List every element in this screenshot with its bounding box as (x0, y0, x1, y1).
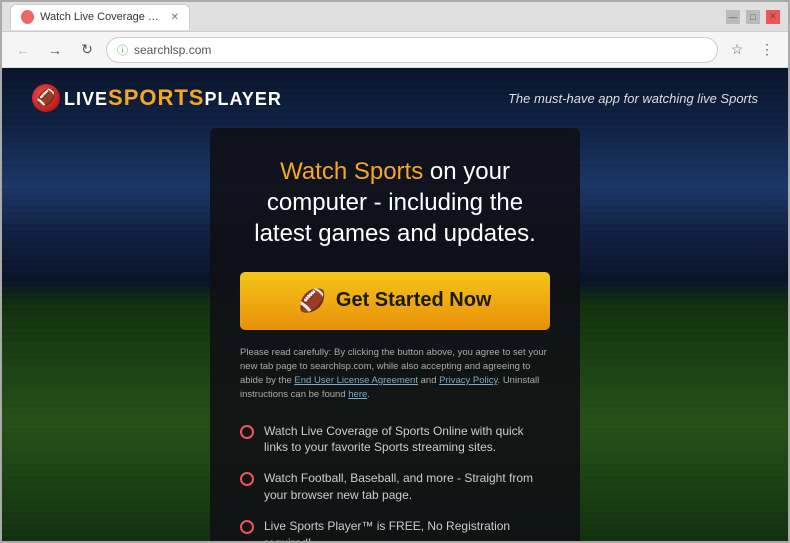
address-bar[interactable]: ⓘ searchlsp.com (106, 37, 718, 63)
logo-ball-icon: 🏈 (32, 84, 60, 112)
get-started-button[interactable]: 🏈 Get Started Now (240, 272, 550, 330)
disclaimer-text: Please read carefully: By clicking the b… (240, 346, 550, 403)
feature-text-1: Watch Live Coverage of Sports Online wit… (264, 423, 550, 457)
browser-tab[interactable]: Watch Live Coverage of ... ✕ (10, 4, 190, 30)
browser-toolbar: ← → ↻ ⓘ searchlsp.com ☆ ⋮ (2, 32, 788, 68)
toolbar-right: ☆ ⋮ (724, 37, 780, 63)
header-tagline: The must-have app for watching live Spor… (508, 91, 758, 106)
feature-text-2: Watch Football, Baseball, and more - Str… (264, 470, 550, 504)
browser-frame: Watch Live Coverage of ... ✕ — □ ✕ ← → ↻… (0, 0, 790, 543)
features-list: Watch Live Coverage of Sports Online wit… (240, 423, 550, 541)
minimize-button[interactable]: — (726, 10, 740, 24)
titlebar-left: Watch Live Coverage of ... ✕ (10, 4, 190, 30)
here-link[interactable]: here (348, 389, 367, 400)
main-card: Watch Sports on your computer - includin… (210, 128, 580, 541)
feature-dot-1 (240, 425, 254, 439)
tab-close-button[interactable]: ✕ (171, 12, 179, 23)
back-button[interactable]: ← (10, 37, 36, 63)
logo-text: LIVESPORTSPLAYER (64, 85, 282, 111)
refresh-button[interactable]: ↻ (74, 37, 100, 63)
address-text: searchlsp.com (134, 43, 211, 57)
site-header: 🏈 LIVESPORTSPLAYER The must-have app for… (2, 68, 788, 128)
logo-player: PLAYER (204, 89, 281, 109)
menu-button[interactable]: ⋮ (754, 37, 780, 63)
cta-label: Get Started Now (336, 289, 492, 312)
feature-item-2: Watch Football, Baseball, and more - Str… (240, 470, 550, 504)
feature-text-3: Live Sports Player™ is FREE, No Registra… (264, 518, 550, 541)
close-button[interactable]: ✕ (766, 10, 780, 24)
titlebar-controls: — □ ✕ (726, 10, 780, 24)
privacy-link[interactable]: Privacy Policy (439, 375, 497, 386)
football-icon: 🏈 (299, 288, 326, 314)
card-heading: Watch Sports on your computer - includin… (240, 156, 550, 250)
feature-dot-3 (240, 520, 254, 534)
heading-highlight: Watch Sports (280, 158, 423, 185)
feature-item-1: Watch Live Coverage of Sports Online wit… (240, 423, 550, 457)
lock-icon: ⓘ (117, 42, 128, 58)
logo-live: LIVE (64, 89, 108, 109)
feature-dot-2 (240, 472, 254, 486)
forward-button[interactable]: → (42, 37, 68, 63)
feature-item-3: Live Sports Player™ is FREE, No Registra… (240, 518, 550, 541)
eula-link[interactable]: End User License Agreement (294, 375, 418, 386)
page-content: 🏈 LIVESPORTSPLAYER The must-have app for… (2, 68, 788, 541)
bookmark-button[interactable]: ☆ (724, 37, 750, 63)
browser-titlebar: Watch Live Coverage of ... ✕ — □ ✕ (2, 2, 788, 32)
tab-favicon (21, 10, 34, 24)
tab-title: Watch Live Coverage of ... (40, 11, 161, 23)
maximize-button[interactable]: □ (746, 10, 760, 24)
logo: 🏈 LIVESPORTSPLAYER (32, 84, 282, 112)
logo-sports: SPORTS (108, 85, 204, 110)
